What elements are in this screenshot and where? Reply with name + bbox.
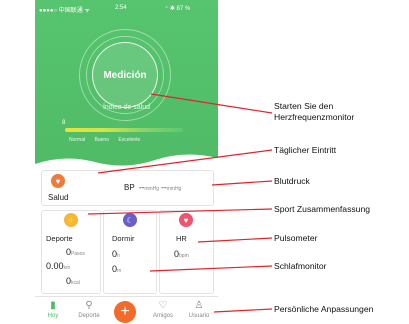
annotation-sport: Sport Zusammenfassung (274, 204, 371, 214)
annotation-lines (87, 93, 273, 313)
line-pulsometer (197, 237, 273, 243)
annotation-herz: Starten Sie den Herzfrequenzmonitor (274, 101, 354, 123)
annotation-schlaf: Schlafmonitor (274, 261, 327, 271)
annotation-herz-line2: Herzfrequenzmonitor (274, 112, 355, 122)
line-herz (150, 93, 273, 114)
annotation-herz-line1: Starten Sie den (274, 101, 334, 111)
line-taeglicher (97, 149, 273, 174)
line-persoenlich (213, 308, 273, 313)
line-schlaf (149, 265, 273, 272)
line-blutdruck (211, 180, 273, 186)
annotation-blutdruck: Blutdruck (274, 176, 310, 186)
annotation-taeglicher: Täglicher Eintritt (274, 145, 337, 155)
annotation-persoenlich: Persönliche Anpassungen (274, 304, 374, 314)
line-sport (87, 208, 273, 215)
annotation-pulsometer: Pulsometer (274, 233, 318, 243)
